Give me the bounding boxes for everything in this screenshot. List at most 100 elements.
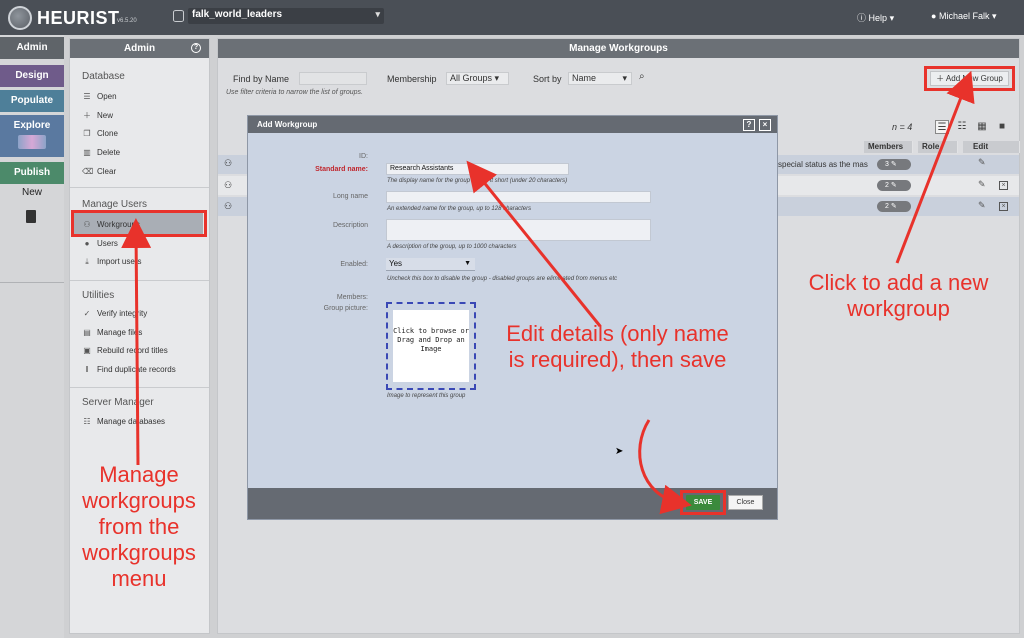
detail-view-icon[interactable]: ☷ bbox=[955, 120, 969, 134]
close-icon[interactable]: × bbox=[759, 119, 771, 131]
search-icon[interactable]: ⌕ bbox=[639, 71, 645, 82]
image-dropzone[interactable]: Click to browse or Drag and Drop an Imag… bbox=[386, 302, 476, 390]
thumb-view-icon[interactable]: ■ bbox=[995, 120, 1009, 134]
top-bar: HEURIST v6.5.20 falk_world_leaders ▾ ⓘ H… bbox=[0, 0, 1024, 35]
row-description: special status as the mas bbox=[778, 160, 868, 169]
group-icon: ⚇ bbox=[224, 158, 233, 168]
menu-item-users[interactable]: ● Users bbox=[82, 239, 118, 248]
help-icon: ⓘ bbox=[857, 13, 867, 23]
find-by-name-input[interactable] bbox=[299, 72, 367, 85]
menu-item-import-users[interactable]: ⤓ Import users bbox=[82, 257, 141, 267]
edit-icon[interactable]: ✎ bbox=[978, 179, 986, 190]
menu-item-label: Rebuild record titles bbox=[97, 346, 168, 355]
menu-item-clone[interactable]: ❐ Clone bbox=[82, 129, 118, 138]
menu-item-open[interactable]: ☰ Open bbox=[82, 92, 117, 101]
chevron-down-icon: ▼ bbox=[464, 260, 471, 267]
menu-item-label: Manage files bbox=[97, 328, 143, 337]
sort-by-value: Name bbox=[572, 73, 597, 83]
members-badge[interactable]: 2 ✎ bbox=[877, 180, 911, 191]
menu-item-manage-files[interactable]: ▤ Manage files bbox=[82, 328, 142, 337]
help-icon[interactable]: ? bbox=[191, 43, 201, 53]
id-label: ID: bbox=[359, 153, 368, 160]
menu-item-label: Open bbox=[97, 92, 117, 101]
delete-icon[interactable]: × bbox=[999, 202, 1008, 211]
edit-icon[interactable]: ✎ bbox=[978, 157, 986, 168]
delete-icon[interactable]: × bbox=[999, 181, 1008, 190]
database-icon: ☷ bbox=[83, 417, 91, 426]
annotation-add-group: Click to add a new workgroup bbox=[808, 270, 989, 321]
menu-item-label: Import users bbox=[97, 257, 142, 266]
user-icon: ● bbox=[931, 11, 937, 21]
list-view-icon[interactable]: ☰ bbox=[935, 120, 949, 134]
eraser-icon: ⌫ bbox=[82, 167, 94, 176]
find-by-name-label: Find by Name bbox=[233, 74, 290, 84]
nav-explore[interactable]: Explore bbox=[0, 115, 64, 157]
column-role[interactable]: Role bbox=[918, 141, 958, 153]
highlight-name bbox=[465, 157, 484, 179]
menu-item-label: Clone bbox=[97, 129, 118, 138]
user-menu[interactable]: ● Michael Falk ▾ bbox=[931, 11, 997, 22]
database-select[interactable]: falk_world_leaders ▾ bbox=[188, 8, 384, 24]
menu-item-label: Users bbox=[97, 239, 118, 248]
enabled-select[interactable]: Yes ▼ bbox=[386, 258, 475, 271]
enabled-hint: Uncheck this box to disable the group - … bbox=[387, 276, 618, 282]
description-label: Description bbox=[332, 222, 368, 229]
nav-populate[interactable]: Populate bbox=[0, 90, 64, 112]
add-workgroup-dialog: Add Workgroup ? × bbox=[247, 115, 778, 520]
menu-item-verify-integrity[interactable]: ✓ Verify integrity bbox=[82, 309, 148, 318]
heurist-logo-icon bbox=[8, 6, 32, 30]
menu-item-label: Delete bbox=[97, 148, 121, 157]
menu-item-rebuild-titles[interactable]: ▣ Rebuild record titles bbox=[82, 346, 168, 355]
user-icon: ● bbox=[84, 239, 90, 248]
menu-section-users: Manage Users bbox=[82, 199, 148, 210]
column-members[interactable]: Members bbox=[864, 141, 913, 153]
help-menu[interactable]: ⓘ Help ▾ bbox=[857, 11, 894, 24]
new-record-icon[interactable] bbox=[26, 210, 36, 223]
membership-select[interactable]: All Groups ▾ bbox=[446, 72, 509, 85]
check-icon: ✓ bbox=[83, 309, 91, 318]
highlight-workgroups bbox=[71, 210, 207, 237]
nav-explore-label: Explore bbox=[13, 120, 51, 131]
description-textarea[interactable] bbox=[386, 219, 651, 241]
enabled-value: Yes bbox=[389, 259, 403, 268]
chevron-down-icon: ▾ bbox=[622, 73, 627, 83]
sort-by-label: Sort by bbox=[533, 74, 562, 84]
menu-section-database: Database bbox=[82, 71, 125, 82]
members-count: 2 bbox=[885, 203, 889, 210]
chevron-down-icon: ▾ bbox=[889, 13, 895, 23]
members-badge[interactable]: 3 ✎ bbox=[877, 159, 911, 170]
chevron-down-icon: ▾ bbox=[991, 11, 997, 21]
menu-section-utilities: Utilities bbox=[82, 290, 115, 301]
members-count: 3 bbox=[885, 161, 889, 168]
dropzone-text: Click to browse or Drag and Drop an Imag… bbox=[393, 310, 469, 382]
edit-icon[interactable]: ✎ bbox=[978, 200, 986, 211]
menu-item-manage-databases[interactable]: ☷ Manage databases bbox=[82, 417, 165, 426]
trash-icon: ▥ bbox=[83, 148, 91, 157]
nav-design[interactable]: Design bbox=[0, 65, 64, 87]
version-label: v6.5.20 bbox=[117, 18, 137, 24]
menu-item-new[interactable]: ＋ New bbox=[82, 110, 113, 121]
members-badge[interactable]: 2 ✎ bbox=[877, 201, 911, 212]
group-picture-label: Group picture: bbox=[323, 305, 368, 312]
highlight-add-group bbox=[924, 66, 1015, 91]
menu-item-label: Verify integrity bbox=[97, 309, 148, 318]
menu-divider bbox=[70, 280, 209, 281]
grid-view-icon[interactable]: ▦ bbox=[975, 120, 989, 134]
menu-item-find-duplicates[interactable]: ‖ Find duplicate records bbox=[82, 365, 175, 374]
long-name-input[interactable] bbox=[386, 191, 651, 203]
pencil-icon: ✎ bbox=[890, 161, 897, 168]
nav-admin[interactable]: Admin bbox=[0, 37, 64, 59]
help-icon[interactable]: ? bbox=[743, 119, 755, 131]
members-label: Members: bbox=[336, 294, 368, 301]
close-button[interactable]: Close bbox=[728, 495, 763, 510]
dialog-title: Add Workgroup bbox=[248, 116, 777, 133]
menu-item-delete[interactable]: ▥ Delete bbox=[82, 148, 120, 157]
menu-item-label: Manage databases bbox=[97, 417, 166, 426]
members-count: 2 bbox=[885, 182, 889, 189]
sort-by-select[interactable]: Name ▾ bbox=[568, 72, 632, 85]
menu-item-label: New bbox=[97, 111, 114, 120]
menu-item-clear[interactable]: ⌫ Clear bbox=[82, 167, 116, 176]
nav-publish[interactable]: Publish bbox=[0, 162, 64, 184]
column-edit[interactable]: Edit bbox=[963, 141, 1020, 153]
standard-name-label: Standard name: bbox=[315, 166, 368, 173]
